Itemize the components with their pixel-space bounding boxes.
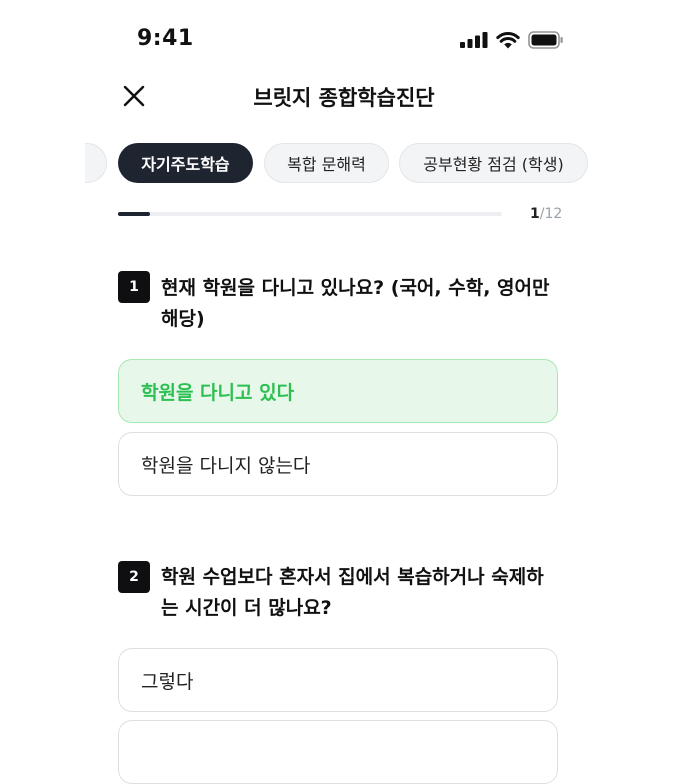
page-title: 브릿지 종합학습진단 xyxy=(253,86,435,110)
tab-previous[interactable] xyxy=(85,143,107,183)
answer-option[interactable] xyxy=(118,720,558,784)
tab-study-status-check[interactable]: 공부현황 점검 (학생) xyxy=(399,143,588,183)
progress-fill xyxy=(118,212,150,216)
answer-option[interactable]: 학원을 다니지 않는다 xyxy=(118,432,558,496)
progress-total: 12 xyxy=(544,206,563,222)
signal-icon xyxy=(460,32,488,48)
answer-option[interactable]: 그렇다 xyxy=(118,648,558,712)
progress-counter: 1/12 xyxy=(530,206,562,222)
battery-icon xyxy=(528,31,563,49)
category-tabs: 자기주도학습 복합 문해력 공부현황 점검 (학생) xyxy=(85,143,676,185)
tab-complex-literacy[interactable]: 복합 문해력 xyxy=(264,143,389,183)
question-number: 1 xyxy=(118,271,150,303)
answer-option-selected[interactable]: 학원을 다니고 있다 xyxy=(118,359,558,423)
question-number: 2 xyxy=(118,561,150,593)
progress-current: 1 xyxy=(530,206,540,222)
progress-bar xyxy=(118,212,502,216)
tab-self-directed-learning[interactable]: 자기주도학습 xyxy=(118,143,253,183)
wifi-icon xyxy=(496,31,520,49)
status-time: 9:41 xyxy=(137,26,194,51)
question-text: 현재 학원을 다니고 있나요? (국어, 수학, 영어만 해당) xyxy=(161,277,550,330)
question-text: 학원 수업보다 혼자서 집에서 복습하거나 숙제하는 시간이 더 많나요? xyxy=(161,566,544,619)
status-icons xyxy=(460,30,564,50)
